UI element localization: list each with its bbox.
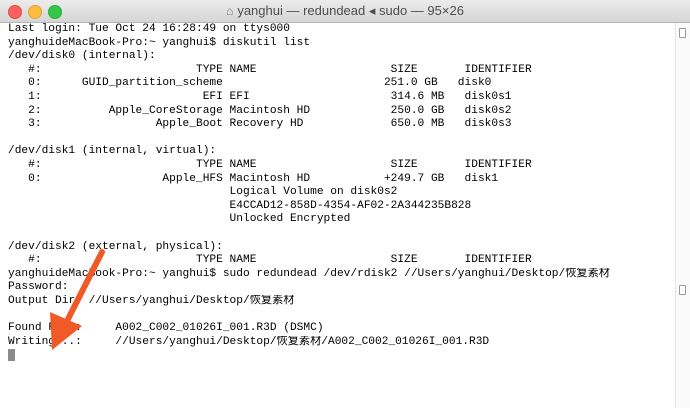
terminal-line: 2: Apple_CoreStorage Macintosh HD 250.0 … [8, 104, 512, 117]
terminal-line: Password: [8, 281, 69, 294]
terminal-line: #: TYPE NAME SIZE IDENTIFIER [8, 63, 532, 76]
terminal-line: 0: Apple_HFS Macintosh HD +249.7 GB disk… [8, 172, 499, 185]
scroll-mark-top [679, 28, 686, 38]
terminal-line: 0: GUID_partition_scheme 251.0 GB disk0 [8, 77, 492, 90]
terminal-line: /dev/disk1 (internal, virtual): [8, 145, 217, 158]
scrollbar[interactable] [675, 23, 690, 408]
terminal-line: #: TYPE NAME SIZE IDENTIFIER [8, 158, 532, 171]
terminal-line: Last login: Tue Oct 24 16:28:49 on ttys0… [8, 23, 290, 35]
home-icon: ⌂ [226, 4, 234, 18]
terminal-line: yanghuideMacBook-Pro:~ yanghui$ diskutil… [8, 36, 311, 49]
terminal-window: ⌂ yanghui — redundead ◂ sudo — 95×26 Last… [0, 0, 690, 408]
terminal-line: Found File: A002_C002_01026I_001.R3D (DS… [8, 322, 324, 335]
terminal-line: Output Dir: //Users/yanghui/Desktop/恢复素材 [8, 294, 295, 307]
terminal-line: E4CCAD12-858D-4354-AF02-2A344235B828 [8, 199, 472, 212]
terminal-line: /dev/disk2 (external, physical): [8, 240, 223, 253]
window-title: yanghui — redundead ◂ sudo — 95×26 [237, 3, 464, 18]
terminal-line: Logical Volume on disk0s2 [8, 186, 398, 199]
terminal-output[interactable]: Last login: Tue Oct 24 16:28:49 on ttys0… [0, 23, 676, 408]
window-title-wrap: ⌂ yanghui — redundead ◂ sudo — 95×26 [0, 3, 690, 19]
terminal-line: Writing...: //Users/yanghui/Desktop/恢复素材… [8, 335, 490, 348]
title-bar[interactable]: ⌂ yanghui — redundead ◂ sudo — 95×26 [0, 0, 690, 23]
terminal-line: yanghuideMacBook-Pro:~ yanghui$ sudo red… [8, 267, 610, 280]
terminal-line: /dev/disk0 (internal): [8, 50, 156, 63]
terminal-line: #: TYPE NAME SIZE IDENTIFIER [8, 254, 532, 267]
terminal-line: 1: EFI EFI 314.6 MB disk0s1 [8, 90, 512, 103]
terminal-line: 3: Apple_Boot Recovery HD 650.0 MB disk0… [8, 118, 512, 131]
text-cursor [8, 349, 15, 362]
terminal-line: Unlocked Encrypted [8, 213, 351, 226]
scroll-mark-bottom [679, 285, 686, 295]
cursor-line [8, 349, 676, 363]
